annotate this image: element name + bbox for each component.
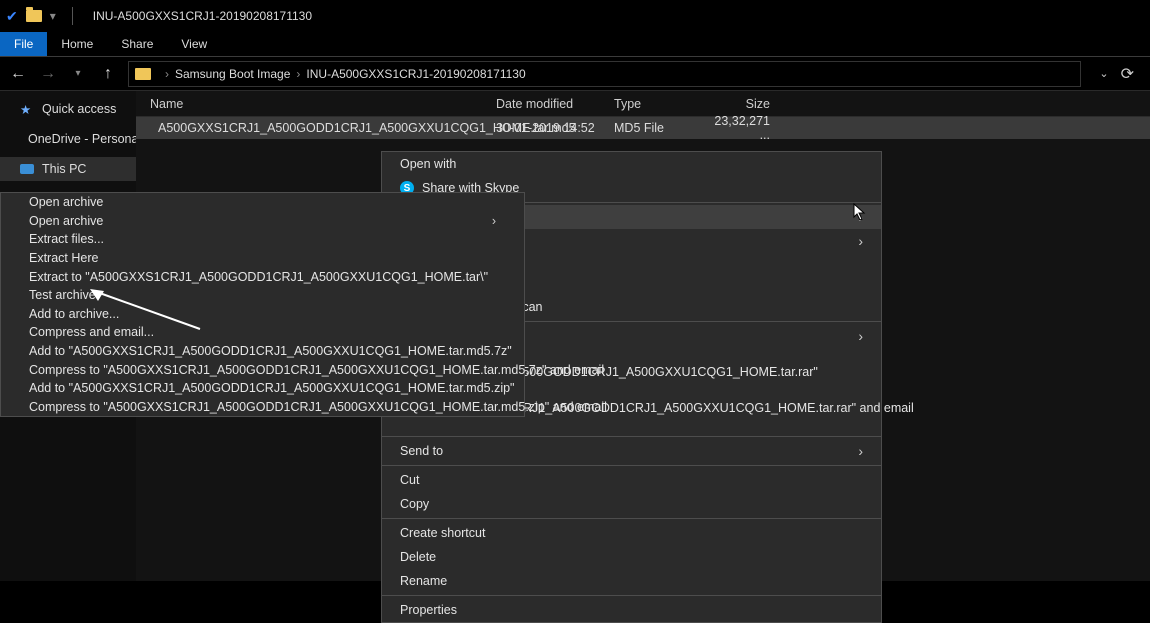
forward-button[interactable]: → — [38, 64, 58, 84]
file-size: 23,32,271 ... — [714, 114, 776, 142]
back-button[interactable]: ← — [8, 64, 28, 84]
history-dropdown[interactable]: ▾ — [68, 64, 88, 84]
ctx-delete[interactable]: Delete — [382, 545, 881, 569]
ctx-rename[interactable]: Rename — [382, 569, 881, 593]
col-size[interactable]: Size — [714, 97, 776, 111]
refresh-icon[interactable]: ⟳ — [1121, 64, 1134, 84]
7z-add-to-zip[interactable]: Add to "A500GXXS1CRJ1_A500GODD1CRJ1_A500… — [1, 379, 524, 398]
chevron-right-icon: › — [858, 443, 863, 459]
address-bar[interactable]: › Samsung Boot Image › INU-A500GXXS1CRJ1… — [128, 61, 1081, 87]
7z-compress-7z-email[interactable]: Compress to "A500GXXS1CRJ1_A500GODD1CRJ1… — [1, 360, 524, 379]
sidebar-label: Quick access — [42, 102, 116, 116]
star-icon: ★ — [20, 102, 34, 116]
navbar: ← → ▾ ↑ › Samsung Boot Image › INU-A500G… — [0, 57, 1150, 91]
monitor-icon — [20, 164, 34, 174]
chevron-right-icon: › — [296, 67, 300, 81]
7z-extract-here[interactable]: Extract Here — [1, 249, 524, 268]
file-type: MD5 File — [614, 121, 714, 135]
breadcrumb-1[interactable]: Samsung Boot Image — [175, 67, 290, 81]
ctx-create-shortcut[interactable]: Create shortcut — [382, 521, 881, 545]
address-right: ⌄ ⟳ — [1091, 64, 1142, 84]
tab-file[interactable]: File — [0, 32, 47, 56]
dropdown-icon[interactable]: ▾ — [50, 9, 56, 23]
7z-open-archive-2[interactable]: Open archive› — [1, 212, 524, 231]
separator — [382, 436, 881, 437]
tab-home[interactable]: Home — [47, 32, 107, 56]
chevron-right-icon: › — [858, 209, 863, 225]
context-submenu-7zip: Open archive Open archive› Extract files… — [0, 192, 525, 417]
7z-compress-zip-email[interactable]: Compress to "A500GXXS1CRJ1_A500GODD1CRJ1… — [1, 398, 524, 417]
ctx-open-with[interactable]: Open with — [382, 152, 881, 176]
sidebar-label: This PC — [42, 162, 86, 176]
breadcrumb-2[interactable]: INU-A500GXXS1CRJ1-20190208171130 — [306, 67, 525, 81]
window-title: INU-A500GXXS1CRJ1-20190208171130 — [93, 9, 312, 23]
ctx-cut[interactable]: Cut — [382, 468, 881, 492]
tab-view[interactable]: View — [167, 32, 221, 56]
up-button[interactable]: ↑ — [98, 64, 118, 84]
folder-icon[interactable] — [26, 10, 42, 22]
dropdown-icon[interactable]: ⌄ — [1099, 67, 1108, 80]
sidebar-onedrive[interactable]: OneDrive - Personal — [0, 127, 136, 151]
titlebar-icons: ✔ ▾ — [6, 7, 81, 25]
7z-extract-files[interactable]: Extract files... — [1, 230, 524, 249]
ribbon: File Home Share View — [0, 32, 1150, 56]
7z-test-archive[interactable]: Test archive — [1, 286, 524, 305]
7z-add-to-archive[interactable]: Add to archive... — [1, 305, 524, 324]
file-row[interactable]: A500GXXS1CRJ1_A500GODD1CRJ1_A500GXXU1CQG… — [136, 117, 1150, 139]
chevron-right-icon: › — [492, 214, 496, 228]
ctx-properties[interactable]: Properties — [382, 598, 881, 622]
column-headers: Name Date modified Type Size — [136, 91, 1150, 117]
sidebar-quick-access[interactable]: ★ Quick access — [0, 97, 136, 121]
separator — [382, 518, 881, 519]
col-name[interactable]: Name — [136, 97, 496, 111]
7z-add-to-7z[interactable]: Add to "A500GXXS1CRJ1_A500GODD1CRJ1_A500… — [1, 342, 524, 361]
chevron-right-icon: › — [858, 328, 863, 344]
7z-compress-email[interactable]: Compress and email... — [1, 323, 524, 342]
tab-share[interactable]: Share — [107, 32, 167, 56]
7z-open-archive[interactable]: Open archive — [1, 193, 524, 212]
chevron-right-icon: › — [858, 233, 863, 249]
sidebar-this-pc[interactable]: This PC — [0, 157, 136, 181]
ctx-send-to[interactable]: Send to› — [382, 439, 881, 463]
folder-icon — [135, 68, 151, 80]
ctx-copy[interactable]: Copy — [382, 492, 881, 516]
divider — [72, 7, 73, 25]
file-date: 30-01-2019 14:52 — [496, 121, 614, 135]
7z-extract-to[interactable]: Extract to "A500GXXS1CRJ1_A500GODD1CRJ1_… — [1, 267, 524, 286]
sidebar-label: OneDrive - Personal — [28, 132, 141, 146]
check-icon[interactable]: ✔ — [6, 9, 18, 23]
col-date[interactable]: Date modified — [496, 97, 614, 111]
separator — [382, 465, 881, 466]
separator — [382, 595, 881, 596]
titlebar: ✔ ▾ INU-A500GXXS1CRJ1-20190208171130 — [0, 0, 1150, 32]
col-type[interactable]: Type — [614, 97, 714, 111]
chevron-right-icon: › — [165, 67, 169, 81]
